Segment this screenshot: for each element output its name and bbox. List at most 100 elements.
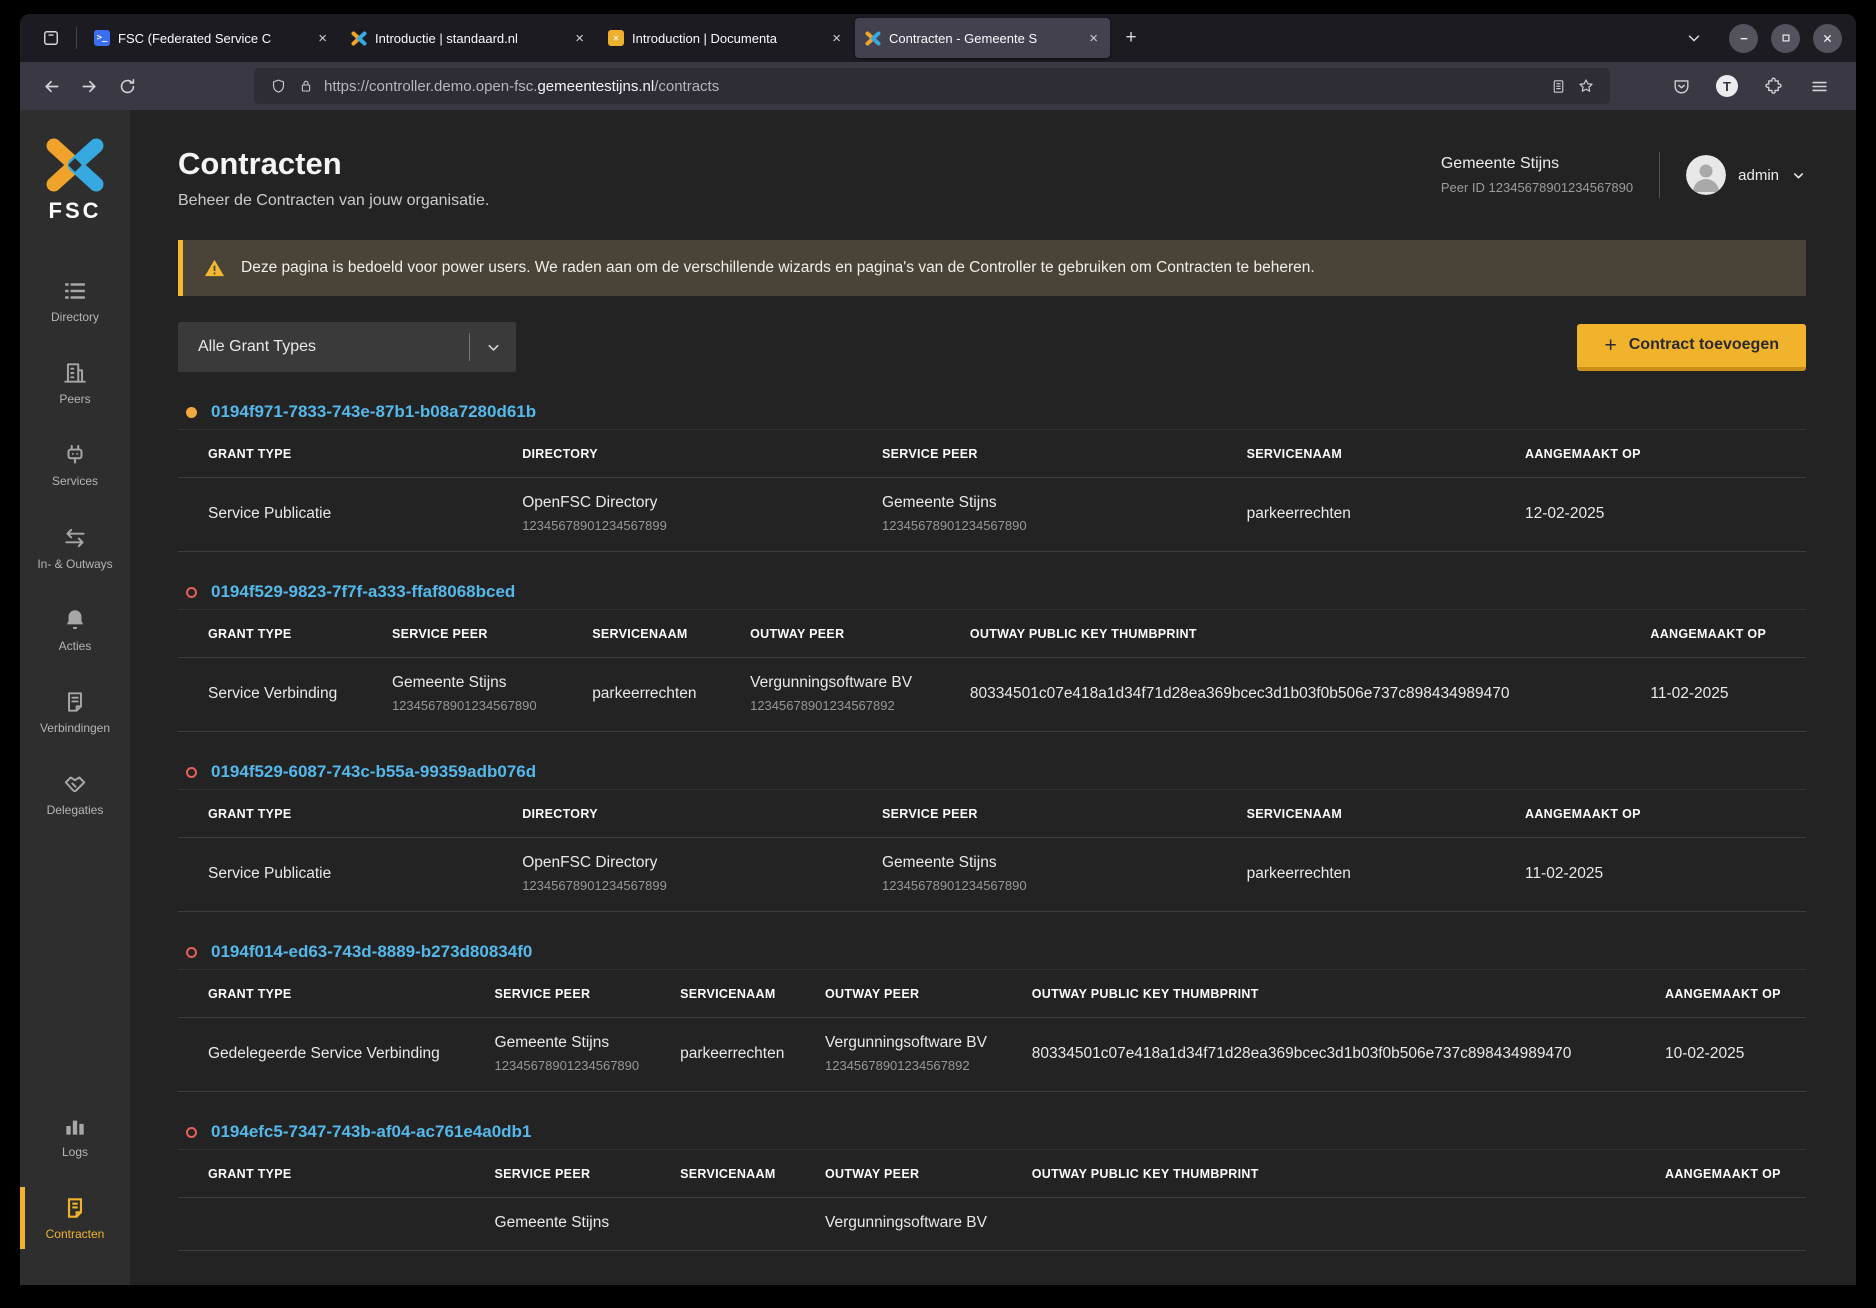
red-circle — [186, 1127, 197, 1138]
org-peer-id: Peer ID 12345678901234567890 — [1441, 180, 1633, 195]
table-cell: 10-02-2025 — [1635, 1018, 1806, 1092]
sidebar-item-delegaties[interactable]: Delegaties — [20, 761, 130, 827]
red-circle — [186, 767, 197, 778]
list-all-tabs-button[interactable] — [1677, 21, 1711, 55]
forward-button[interactable] — [72, 69, 106, 103]
maximize-button[interactable] — [1771, 24, 1800, 53]
sidebar-item-label: Logs — [62, 1146, 88, 1159]
sidebar-item-logs[interactable]: Logs — [20, 1103, 130, 1169]
add-contract-button[interactable]: + Contract toevoegen — [1577, 324, 1806, 371]
header-divider — [1659, 152, 1660, 198]
reload-icon — [118, 77, 137, 96]
reload-button[interactable] — [110, 69, 144, 103]
firefox-view-icon — [41, 28, 61, 48]
browser-window: >_ FSC (Federated Service C × Introducti… — [20, 14, 1856, 1285]
table-row: Service Verbinding Gemeente Stijns 12345… — [178, 658, 1806, 732]
tab-close-button[interactable]: × — [571, 29, 588, 48]
contract-section: 0194f529-6087-743c-b55a-99359adb076d GRA… — [178, 762, 1806, 912]
table-cell: parkeerrechten — [1217, 478, 1495, 552]
account-t-icon: T — [1716, 75, 1738, 97]
table-cell: Gedelegeerde Service Verbinding — [178, 1018, 465, 1092]
handshake-icon — [62, 771, 88, 797]
sidebar-item-label: Services — [52, 475, 98, 488]
sidebar-item-directory[interactable]: Directory — [20, 268, 130, 334]
tab-close-button[interactable]: × — [828, 29, 845, 48]
grant-type-filter[interactable]: Alle Grant Types — [178, 322, 516, 372]
sidebar: FSC Directory Peers Services In- & Outwa… — [20, 110, 130, 1285]
table-cell — [650, 1198, 795, 1251]
sidebar-item-verbindingen[interactable]: Verbindingen — [20, 679, 130, 745]
table-cell — [1635, 1198, 1806, 1251]
tabbar-separator — [76, 27, 77, 49]
pocket-button[interactable] — [1664, 69, 1698, 103]
sidebar-item-in-outways[interactable]: In- & Outways — [20, 515, 130, 581]
back-button[interactable] — [34, 69, 68, 103]
browser-tab[interactable]: Introductie | standaard.nl × — [341, 18, 596, 58]
bookmark-star-icon[interactable] — [1572, 72, 1600, 100]
column-header: AANGEMAAKT OP — [1495, 790, 1806, 838]
sidebar-item-contracten[interactable]: Contracten — [20, 1185, 130, 1251]
warning-icon — [203, 257, 226, 280]
shield-icon[interactable] — [264, 72, 292, 100]
column-header: AANGEMAAKT OP — [1620, 610, 1806, 658]
contract-id-link[interactable]: 0194f014-ed63-743d-8889-b273d80834f0 — [211, 942, 532, 962]
table-cell: Vergunningsoftware BV 123456789012345678… — [720, 658, 940, 732]
table-cell: Vergunningsoftware BV 123456789012345678… — [795, 1018, 1002, 1092]
power-user-warning-banner: Deze pagina is bedoeld voor power users.… — [178, 240, 1806, 296]
table-cell: 12-02-2025 — [1495, 478, 1806, 552]
column-header: GRANT TYPE — [178, 1150, 465, 1198]
extensions-button[interactable] — [1756, 69, 1790, 103]
minimize-button[interactable] — [1729, 24, 1758, 53]
contracts-list: 0194f971-7833-743e-87b1-b08a7280d61b GRA… — [178, 402, 1806, 1251]
table-cell: 80334501c07e418a1d34f71d28ea369bcec3d1b0… — [940, 658, 1621, 732]
contract-section: 0194f971-7833-743e-87b1-b08a7280d61b GRA… — [178, 402, 1806, 552]
fsc-logo-text: FSC — [49, 198, 102, 224]
contract-id-link[interactable]: 0194f529-6087-743c-b55a-99359adb076d — [211, 762, 536, 782]
url-bar[interactable]: https://controller.demo.open-fsc.gemeent… — [254, 68, 1610, 104]
sidebar-item-label: Verbindingen — [40, 722, 110, 735]
firefox-view-button[interactable] — [34, 21, 68, 55]
column-header: AANGEMAAKT OP — [1495, 430, 1806, 478]
tab-close-button[interactable]: × — [314, 29, 331, 48]
sidebar-item-acties[interactable]: Acties — [20, 597, 130, 663]
column-header: SERVICE PEER — [852, 790, 1217, 838]
yellow-dot — [186, 407, 197, 418]
red-circle — [186, 587, 197, 598]
contract-id-link[interactable]: 0194f529-9823-7f7f-a333-ffaf8068bced — [211, 582, 515, 602]
tab-title: Introduction | Documenta — [632, 31, 820, 46]
table-cell: Service Publicatie — [178, 478, 492, 552]
sidebar-item-services[interactable]: Services — [20, 432, 130, 498]
contract-section: 0194f529-9823-7f7f-a333-ffaf8068bced GRA… — [178, 582, 1806, 732]
bell-icon — [62, 607, 88, 633]
tab-strip: >_ FSC (Federated Service C × Introducti… — [83, 14, 1111, 62]
page-title: Contracten — [178, 146, 489, 182]
sidebar-item-label: Directory — [51, 311, 99, 324]
list-icon — [62, 278, 88, 304]
contract-id-link[interactable]: 0194efc5-7347-743b-af04-ac761e4a0db1 — [211, 1122, 531, 1142]
table-cell — [178, 1198, 465, 1251]
new-tab-button[interactable]: + — [1115, 22, 1147, 54]
reader-mode-icon[interactable] — [1544, 72, 1572, 100]
table-cell: 11-02-2025 — [1620, 658, 1806, 732]
contract-id-link[interactable]: 0194f971-7833-743e-87b1-b08a7280d61b — [211, 402, 536, 422]
account-button[interactable]: T — [1710, 69, 1744, 103]
column-header: SERVICENAAM — [650, 1150, 795, 1198]
menu-button[interactable] — [1802, 69, 1836, 103]
sidebar-item-peers[interactable]: Peers — [20, 350, 130, 416]
user-menu[interactable]: admin — [1686, 155, 1806, 195]
tab-close-button[interactable]: × — [1085, 29, 1102, 48]
column-header: AANGEMAAKT OP — [1635, 970, 1806, 1018]
table-cell: Gemeente Stijns 12345678901234567890 — [852, 838, 1217, 912]
chevron-down-icon — [470, 339, 516, 356]
browser-tab[interactable]: Contracten - Gemeente S × — [855, 18, 1110, 58]
lock-icon[interactable] — [292, 72, 320, 100]
fsc-logo-icon — [351, 30, 367, 46]
column-header: SERVICE PEER — [465, 970, 651, 1018]
column-header: OUTWAY PUBLIC KEY THUMBPRINT — [1002, 1150, 1635, 1198]
contract-table: GRANT TYPEDIRECTORYSERVICE PEERSERVICENA… — [178, 429, 1806, 552]
contract-icon — [62, 1195, 88, 1221]
browser-tab[interactable]: >_ FSC (Federated Service C × — [84, 18, 339, 58]
close-button[interactable] — [1813, 24, 1842, 53]
column-header: SERVICE PEER — [465, 1150, 651, 1198]
browser-tab[interactable]: ✕ Introduction | Documenta × — [598, 18, 853, 58]
